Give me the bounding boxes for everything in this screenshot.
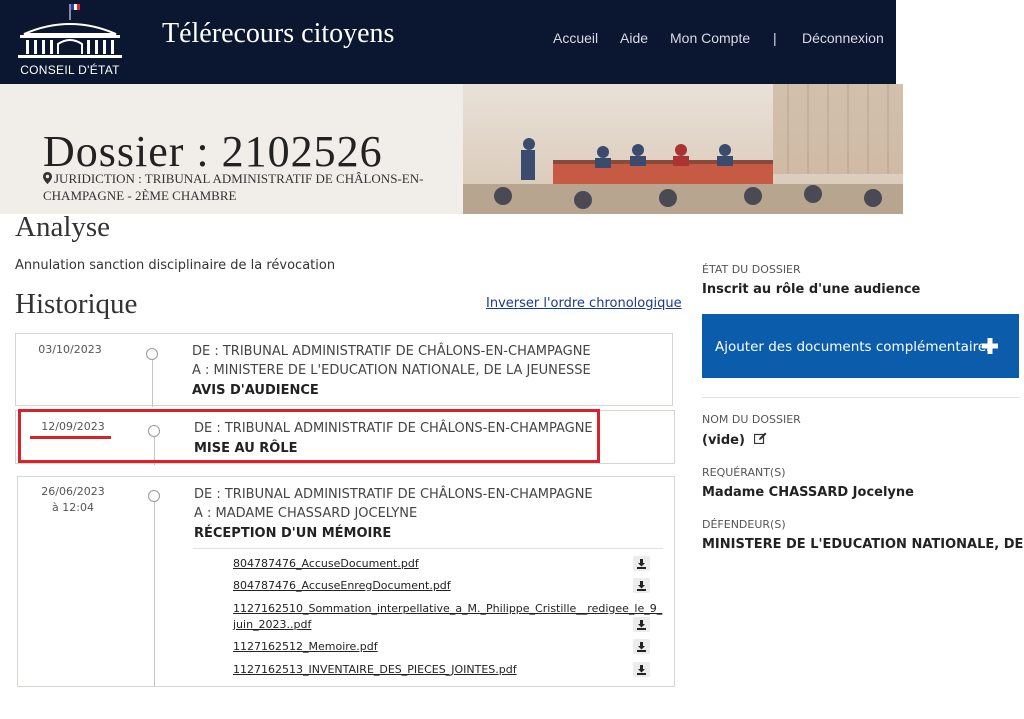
add-documents-button[interactable]: Ajouter des documents complémentaires [702,314,1019,378]
entry-from: DE : TRIBUNAL ADMINISTRATIF DE CHÂLONS-E… [194,487,593,502]
palais-royal-icon [18,4,122,58]
logo-text: CONSEIL D'ÉTAT [20,63,120,77]
entry-from: DE : TRIBUNAL ADMINISTRATIF DE CHÂLONS-E… [192,344,591,359]
edit-icon[interactable] [754,432,767,448]
dossier-banner: Dossier : 2102526 JURIDICTION : TRIBUNAL… [0,84,903,214]
nav-deconnexion[interactable]: Déconnexion [802,30,884,46]
nom-dossier-text: (vide) [702,433,745,448]
top-header: CONSEIL D'ÉTAT Télérecours citoyens Accu… [0,0,896,84]
defendeur-label: DÉFENDEUR(S) [702,518,786,531]
timeline-node [148,490,160,502]
date-underline [30,436,111,439]
entry-date: 12/09/2023 [41,420,105,433]
entry-to: A : MINISTERE DE L'EDUCATION NATIONALE, … [192,363,591,378]
requerant-value: Madame CHASSARD Jocelyne [702,485,914,500]
timeline-line [154,437,155,465]
conseil-etat-logo[interactable]: CONSEIL D'ÉTAT [14,2,126,82]
download-button[interactable] [633,639,650,654]
entry-date: 03/10/2023 [38,343,102,356]
app-title[interactable]: Télérecours citoyens [162,18,394,50]
file-link-accuse-document[interactable]: 804787476_AccuseDocument.pdf [233,556,663,572]
entry-date: 26/06/2023 [41,485,105,498]
juridiction-text: JURIDICTION : TRIBUNAL ADMINISTRATIF DE … [43,171,424,203]
etat-value: Inscrit au rôle d'une audience [702,282,921,297]
download-button[interactable] [633,662,650,677]
file-link-memoire[interactable]: 1127162512_Memoire.pdf [233,639,663,655]
entry-type: RÉCEPTION D'UN MÉMOIRE [194,526,392,541]
invert-order-link[interactable]: Inverser l'ordre chronologique [486,296,682,311]
entry-type: AVIS D'AUDIENCE [192,383,319,398]
nav-aide[interactable]: Aide [620,30,648,46]
timeline-line [154,502,155,687]
etat-label: ÉTAT DU DOSSIER [702,263,801,276]
file-link-accuse-enreg[interactable]: 804787476_AccuseEnregDocument.pdf [233,578,663,594]
timeline-node [148,425,160,437]
nom-dossier-label: NOM DU DOSSIER [702,413,801,426]
download-icon [637,642,646,652]
download-icon [637,559,646,569]
requerant-label: REQUÉRANT(S) [702,466,786,479]
download-icon [637,620,646,630]
file-link-sommation[interactable]: 1127162510_Sommation_interpellative_a_M.… [233,601,663,633]
download-button[interactable] [633,556,650,571]
juridiction-line: JURIDICTION : TRIBUNAL ADMINISTRATIF DE … [43,170,463,204]
entry-to: A : MADAME CHASSARD JOCELYNE [194,506,418,521]
historique-heading: Historique [15,288,138,320]
timeline-node [146,348,158,360]
entry-time: à 12:04 [52,501,94,514]
courtroom-illustration [463,84,903,214]
analyse-heading: Analyse [15,211,111,243]
files-separator [193,548,663,549]
nav-accueil[interactable]: Accueil [553,30,598,46]
entry-type: MISE AU RÔLE [194,441,298,456]
nom-dossier-value: (vide) [702,432,767,448]
sidebar-divider [702,397,1019,398]
download-button[interactable] [633,617,650,632]
timeline-line [152,359,153,407]
defendeur-value: MINISTERE DE L'EDUCATION NATIONALE, DE L… [702,537,1024,552]
download-button[interactable] [633,578,650,593]
download-icon [637,581,646,591]
file-link-inventaire[interactable]: 1127162513_INVENTAIRE_DES_PIECES_JOINTES… [233,662,663,678]
map-marker-icon [43,172,52,184]
nav-mon-compte[interactable]: Mon Compte [670,30,750,46]
add-documents-label: Ajouter des documents complémentaires [715,339,994,355]
entry-from: DE : TRIBUNAL ADMINISTRATIF DE CHÂLONS-E… [194,421,593,436]
download-icon [637,665,646,675]
nav-separator: | [773,30,777,46]
plus-icon [982,338,998,354]
analyse-text: Annulation sanction disciplinaire de la … [15,258,336,273]
